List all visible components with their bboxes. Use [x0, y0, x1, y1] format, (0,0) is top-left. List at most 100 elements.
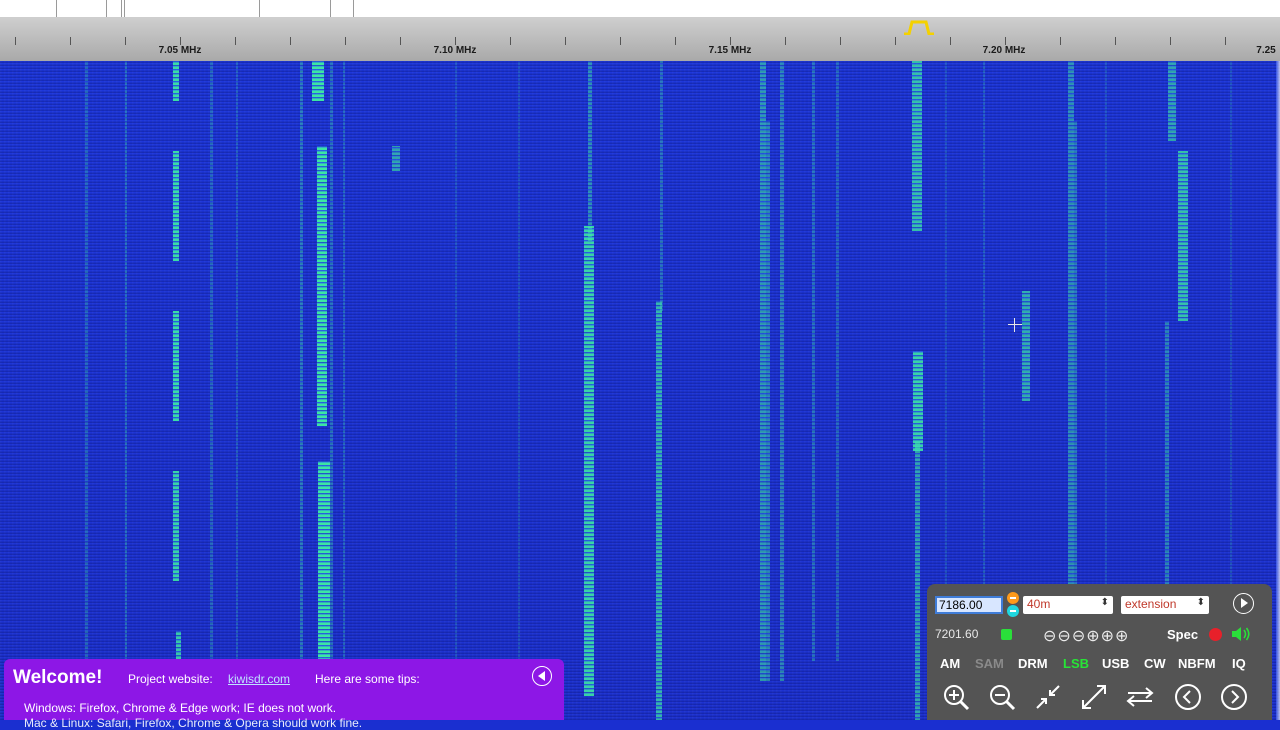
frequency-step-down-icon[interactable] — [1007, 605, 1019, 617]
collapse-panel-icon[interactable] — [532, 666, 552, 686]
signal-trace — [1168, 61, 1176, 141]
page-right-icon[interactable] — [1219, 682, 1249, 712]
page-left-icon[interactable] — [1173, 682, 1203, 712]
signal-trace — [392, 146, 400, 171]
scale-tick — [785, 37, 786, 45]
signal-trace — [343, 61, 345, 681]
welcome-panel: Welcome! Project website: kiwisdr.com He… — [4, 659, 564, 730]
signal-trace — [1178, 151, 1188, 321]
signal-trace — [173, 151, 179, 261]
scale-tick — [730, 37, 731, 45]
zoom-max-out-icon[interactable] — [1079, 682, 1109, 712]
signal-trace — [312, 61, 324, 101]
scale-tick — [70, 37, 71, 45]
extension-select-value: extension — [1125, 597, 1177, 611]
scale-tick — [180, 37, 181, 45]
signal-trace — [766, 121, 770, 681]
signal-trace — [656, 301, 662, 720]
mode-usb-button[interactable]: USB — [1102, 656, 1129, 671]
passband-marker[interactable] — [903, 19, 935, 35]
spectrum-strip[interactable] — [0, 0, 1280, 17]
select-arrow-icon: ⬍ — [1100, 597, 1109, 608]
lo-frequency-readout: 7201.60 — [935, 627, 979, 641]
band-select[interactable]: 40m ⬍ — [1023, 596, 1113, 614]
signal-trace — [173, 311, 179, 421]
scale-tick — [895, 37, 896, 45]
signal-trace — [780, 61, 784, 681]
scale-tick — [565, 37, 566, 45]
scale-tick — [1060, 37, 1061, 45]
signal-trace — [518, 61, 520, 701]
crosshair-cursor — [1008, 318, 1022, 332]
scale-label-7-20: 7.20 MHz — [982, 45, 1026, 56]
welcome-title: Welcome! — [13, 667, 103, 688]
spectrum-marker — [121, 0, 122, 17]
signal-trace — [1165, 321, 1169, 621]
project-website-label: Project website: — [128, 672, 213, 686]
signal-trace — [1022, 291, 1030, 401]
spectrum-marker — [353, 0, 354, 17]
scale-tick — [1005, 37, 1006, 45]
signal-trace — [913, 351, 923, 451]
speaker-icon[interactable] — [1231, 625, 1251, 643]
scale-tick — [1115, 37, 1116, 45]
frequency-step-up-icon[interactable] — [1007, 592, 1019, 604]
scale-tick — [235, 37, 236, 45]
mode-nbfm-button[interactable]: NBFM — [1178, 656, 1216, 671]
signal-trace — [173, 61, 179, 101]
signal-trace — [330, 61, 333, 661]
spectrum-marker — [259, 0, 260, 17]
spectrum-marker — [56, 0, 57, 17]
mode-lsb-button[interactable]: LSB — [1063, 656, 1089, 671]
play-icon[interactable] — [1233, 593, 1254, 614]
signal-trace — [236, 61, 238, 701]
frequency-scale[interactable]: 7.05 MHz 7.10 MHz 7.15 MHz 7.20 MHz 7.25 — [0, 17, 1280, 62]
signal-trace — [812, 61, 815, 661]
signal-trace — [210, 61, 213, 701]
signal-trace — [915, 441, 920, 720]
scale-tick — [125, 37, 126, 45]
scale-tick — [400, 37, 401, 45]
band-select-value: 40m — [1027, 597, 1051, 611]
scale-label-7-05: 7.05 MHz — [158, 45, 202, 56]
mode-am-button[interactable]: AM — [940, 656, 960, 671]
waterfall-edge — [1276, 61, 1280, 720]
scale-tick — [1225, 37, 1226, 45]
spectrum-marker — [330, 0, 331, 17]
mode-sam-button[interactable]: SAM — [975, 656, 1004, 671]
scale-tick — [290, 37, 291, 45]
extension-select[interactable]: extension ⬍ — [1121, 596, 1209, 614]
signal-trace — [584, 226, 594, 696]
scale-label-7-10: 7.10 MHz — [433, 45, 477, 56]
frequency-input[interactable] — [935, 596, 1003, 614]
tips-label: Here are some tips: — [315, 672, 420, 686]
signal-trace — [173, 471, 179, 581]
spectrum-marker — [106, 0, 107, 17]
signal-trace — [85, 61, 88, 701]
zoom-in-icon[interactable] — [941, 682, 971, 712]
zoom-step-buttons[interactable]: ⊖⊖⊖⊕⊕⊕ — [1043, 626, 1129, 646]
control-panel: 40m ⬍ extension ⬍ 7201.60 ⊖⊖⊖⊕⊕⊕ Spec AM… — [927, 584, 1272, 720]
mode-drm-button[interactable]: DRM — [1018, 656, 1048, 671]
spectrum-marker — [124, 0, 125, 17]
scale-tick — [620, 37, 621, 45]
status-square-icon[interactable] — [1001, 629, 1012, 640]
signal-trace — [660, 61, 663, 311]
zoom-out-icon[interactable] — [987, 682, 1017, 712]
record-icon[interactable] — [1209, 628, 1222, 641]
scale-label-7-25: 7.25 — [1256, 45, 1276, 56]
scale-tick — [1170, 37, 1171, 45]
project-website-link[interactable]: kiwisdr.com — [228, 672, 290, 686]
mode-cw-button[interactable]: CW — [1144, 656, 1166, 671]
signal-trace — [317, 146, 327, 426]
pan-icon[interactable] — [1125, 682, 1155, 712]
scale-tick — [510, 37, 511, 45]
zoom-band-icon[interactable] — [1033, 682, 1063, 712]
mode-iq-button[interactable]: IQ — [1232, 656, 1246, 671]
select-arrow-icon: ⬍ — [1196, 597, 1205, 608]
signal-trace — [912, 61, 922, 231]
tip-line-1: Windows: Firefox, Chrome & Edge work; IE… — [24, 701, 337, 715]
signal-trace — [300, 61, 303, 661]
spec-button[interactable]: Spec — [1167, 627, 1198, 642]
scale-tick — [345, 37, 346, 45]
